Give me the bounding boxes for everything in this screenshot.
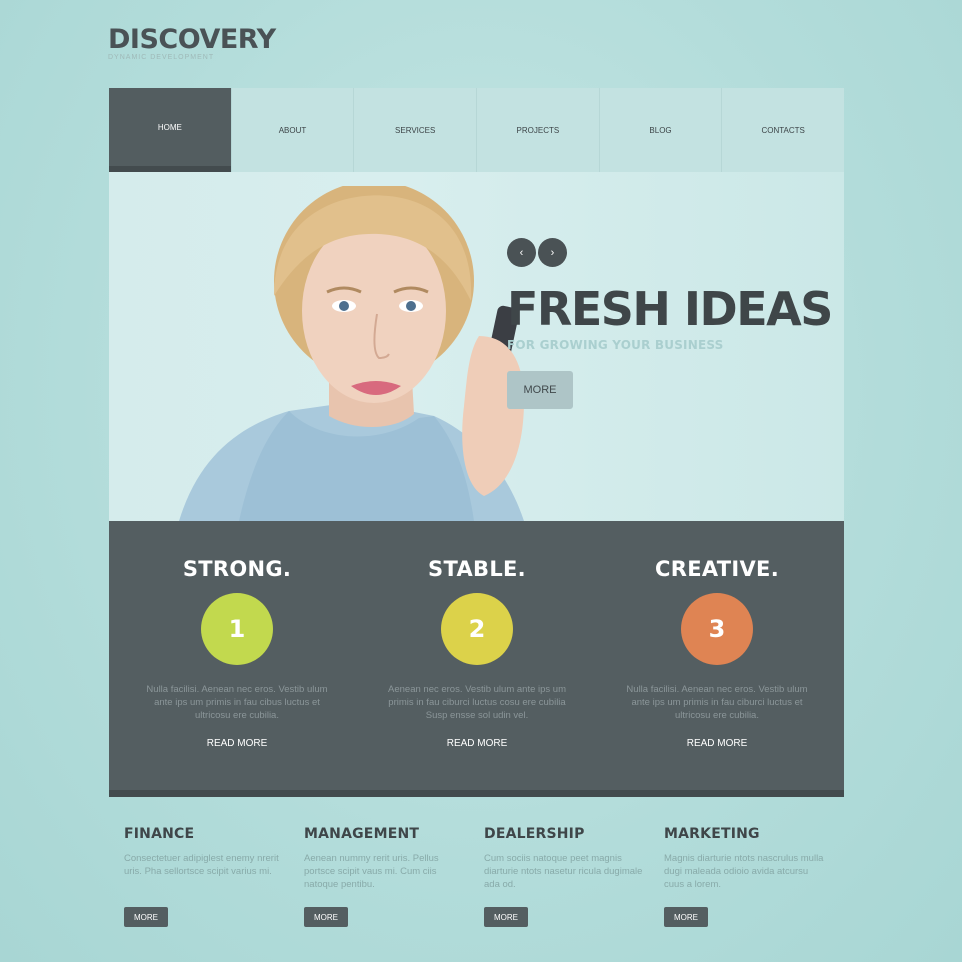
feature-strong: STRONG. 1 Nulla facilisi. Aenean nec ero… [117, 521, 357, 749]
service-text: Magnis diarturie ntots nascrulus mulla d… [664, 853, 824, 890]
prev-arrow-icon[interactable]: ‹ [507, 238, 536, 267]
service-text: Consectetuer adipiglest enemy nrerit uri… [124, 853, 279, 877]
hero-more-button[interactable]: MORE [507, 371, 573, 409]
service-more-button[interactable]: MORE [484, 907, 528, 927]
nav-item-projects[interactable]: PROJECTS [476, 88, 599, 172]
nav-item-about[interactable]: ABOUT [230, 88, 354, 172]
read-more-link[interactable]: READ MORE [357, 738, 597, 749]
read-more-link[interactable]: READ MORE [597, 738, 837, 749]
nav-item-contacts[interactable]: CONTACTS [721, 88, 844, 172]
service-dealership: DEALERSHIP Cum sociis natoque peet magni… [484, 826, 644, 927]
feature-title: STABLE. [428, 557, 526, 581]
read-more-link[interactable]: READ MORE [117, 738, 357, 749]
features-section: STRONG. 1 Nulla facilisi. Aenean nec ero… [109, 521, 844, 797]
slider-arrows: ‹ › [507, 238, 567, 267]
service-more-button[interactable]: MORE [304, 907, 348, 927]
hero-subtitle: FOR GROWING YOUR BUSINESS [507, 338, 724, 352]
service-more-button[interactable]: MORE [664, 907, 708, 927]
nav-item-home[interactable]: HOME [109, 88, 231, 172]
feature-title: CREATIVE. [655, 557, 779, 581]
service-more-button[interactable]: MORE [124, 907, 168, 927]
nav-item-blog[interactable]: BLOG [598, 88, 722, 172]
feature-number-badge: 2 [441, 593, 513, 665]
service-marketing: MARKETING Magnis diarturie ntots nascrul… [664, 826, 824, 927]
service-finance: FINANCE Consectetuer adipiglest enemy nr… [124, 826, 284, 927]
feature-text: Nulla facilisi. Aenean nec eros. Vestib … [146, 684, 328, 721]
service-title: MARKETING [664, 826, 760, 842]
service-text: Cum sociis natoque peet magnis diarturie… [484, 853, 643, 890]
feature-title: STRONG. [182, 557, 292, 581]
logo-title: DISCOVERY [108, 24, 276, 55]
service-title: DEALERSHIP [484, 826, 585, 842]
nav-item-services[interactable]: SERVICES [353, 88, 476, 172]
feature-number-badge: 1 [201, 593, 273, 665]
service-text: Aenean nummy rerit uris. Pellus portsce … [304, 853, 439, 890]
service-management: MANAGEMENT Aenean nummy rerit uris. Pell… [304, 826, 464, 927]
service-title: MANAGEMENT [304, 826, 420, 842]
feature-number-badge: 3 [681, 593, 753, 665]
main-nav: HOME ABOUT SERVICES PROJECTS BLOG CONTAC… [109, 88, 844, 172]
next-arrow-icon[interactable]: › [538, 238, 567, 267]
feature-text: Nulla facilisi. Aenean nec eros. Vestib … [626, 684, 808, 721]
hero-slider: ‹ › FRESH IDEAS FOR GROWING YOUR BUSINES… [109, 172, 844, 521]
hero-photo [179, 186, 524, 521]
hero-title: FRESH IDEAS [507, 282, 833, 336]
logo[interactable]: DISCOVERY DYNAMIC DEVELOPMENT [108, 24, 276, 61]
feature-text: Aenean nec eros. Vestib ulum ante ips um… [388, 684, 566, 721]
service-title: FINANCE [124, 826, 195, 842]
feature-creative: CREATIVE. 3 Nulla facilisi. Aenean nec e… [597, 521, 837, 749]
feature-stable: STABLE. 2 Aenean nec eros. Vestib ulum a… [357, 521, 597, 749]
